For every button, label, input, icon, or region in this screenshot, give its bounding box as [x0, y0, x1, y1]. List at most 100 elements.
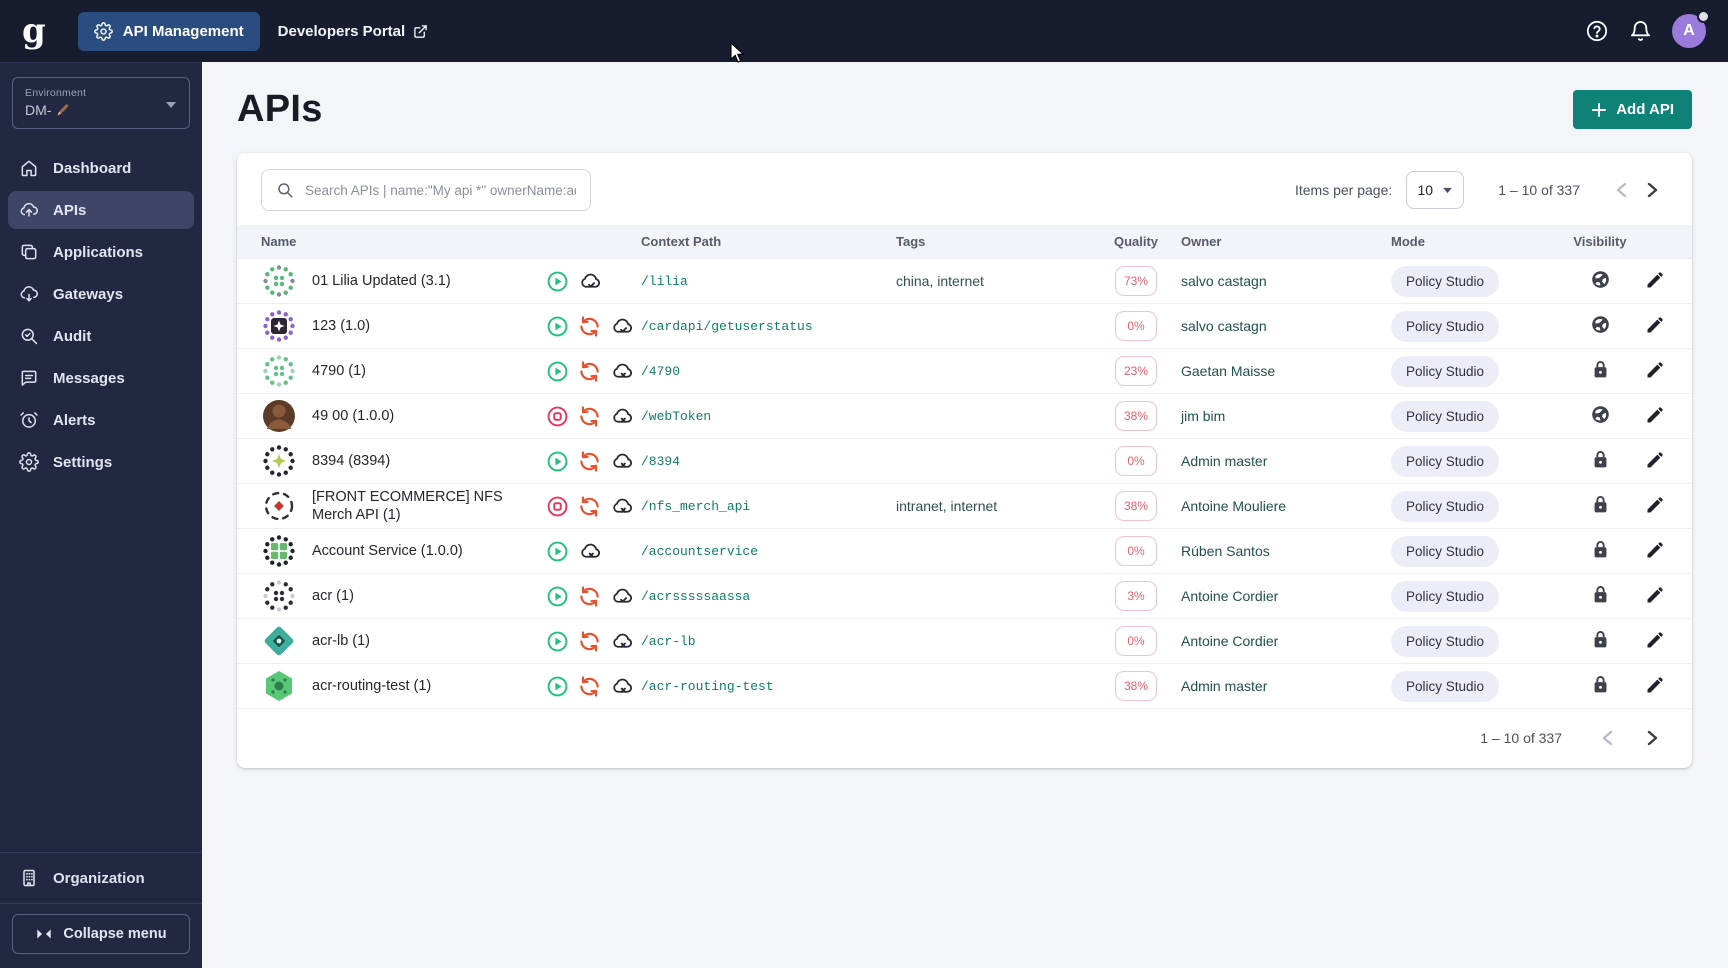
column-header-context-path[interactable]: Context Path	[641, 234, 896, 249]
visibility-cell	[1561, 539, 1639, 564]
api-table-row[interactable]: [FRONT ECOMMERCE] NFS Merch API (1) /nfs…	[237, 483, 1692, 528]
search-input[interactable]	[305, 182, 576, 198]
notifications-button[interactable]	[1629, 20, 1652, 43]
column-header-mode[interactable]: Mode	[1391, 234, 1561, 249]
sidebar-item-audit[interactable]: Audit	[8, 317, 194, 355]
api-owner: Admin master	[1181, 678, 1268, 695]
mode-cell: Policy Studio	[1391, 490, 1561, 522]
edit-api-button[interactable]	[1639, 671, 1671, 702]
help-button[interactable]	[1585, 19, 1609, 43]
sidebar-item-label: Messages	[53, 369, 125, 387]
api-table-row[interactable]: acr-lb (1) /acr-lb 0% Antoine Cordier Po…	[237, 618, 1692, 663]
api-name-cell: acr (1)	[261, 574, 546, 618]
api-name-cell: [FRONT ECOMMERCE] NFS Merch API (1)	[261, 484, 546, 528]
edit-api-button[interactable]	[1639, 536, 1671, 567]
api-table-row[interactable]: 123 (1.0) /cardapi/getuserstatus 0% salv…	[237, 303, 1692, 348]
api-table-row[interactable]: Account Service (1.0.0) /accountservice …	[237, 528, 1692, 573]
api-table-row[interactable]: acr (1) /acrsssssaassa 3% Antoine Cordie…	[237, 573, 1692, 618]
user-menu[interactable]: A	[1672, 10, 1710, 48]
previous-page-button[interactable]	[1592, 724, 1623, 752]
out-of-sync-icon	[580, 360, 599, 382]
api-table-row[interactable]: acr-routing-test (1) /acr-routing-test 3…	[237, 663, 1692, 708]
edit-api-button[interactable]	[1639, 266, 1671, 297]
mode-badge: Policy Studio	[1391, 490, 1500, 522]
sidebar-item-dashboard[interactable]: Dashboard	[8, 149, 194, 187]
started-icon	[547, 316, 568, 336]
add-api-button[interactable]: Add API	[1573, 90, 1692, 129]
edit-api-button[interactable]	[1639, 356, 1671, 387]
visibility-cell	[1561, 629, 1639, 654]
mode-badge: Policy Studio	[1391, 535, 1500, 567]
app-switcher-button[interactable]: API Management	[77, 11, 260, 51]
gravitee-logo[interactable]: g	[22, 14, 46, 48]
table-body: 01 Lilia Updated (3.1) /lilia china, int…	[237, 258, 1692, 708]
api-table-row[interactable]: 8394 (8394) /8394 0% Admin master Policy…	[237, 438, 1692, 483]
api-table-row[interactable]: 49 00 (1.0.0) /webToken 38% jim bim Poli…	[237, 393, 1692, 438]
quality-cell: 38%	[1091, 401, 1181, 431]
started-icon	[547, 676, 568, 697]
chevron-left-icon	[1602, 731, 1613, 746]
quality-cell: 0%	[1091, 446, 1181, 476]
started-icon	[547, 361, 568, 381]
edit-api-button[interactable]	[1639, 311, 1671, 342]
api-name: 01 Lilia Updated (3.1)	[312, 272, 451, 289]
sidebar-item-applications[interactable]: Applications	[8, 233, 194, 271]
sidebar-item-alerts[interactable]: Alerts	[8, 401, 194, 439]
edit-api-button[interactable]	[1639, 581, 1671, 612]
api-picture	[263, 445, 295, 477]
items-per-page-label: Items per page:	[1294, 182, 1393, 198]
table-header: Name Context Path Tags Quality Owner Mode Visi…	[237, 225, 1692, 258]
mode-badge: Policy Studio	[1391, 670, 1500, 702]
context-path: /acr-lb	[641, 633, 696, 649]
not-deployed-icon	[613, 678, 633, 693]
previous-page-button[interactable]	[1606, 176, 1637, 204]
sidebar-item-apis[interactable]: APIs	[8, 191, 194, 229]
column-header-quality[interactable]: Quality	[1091, 234, 1181, 249]
api-name-cell: acr-lb (1)	[261, 619, 546, 663]
items-per-page-select[interactable]: 10	[1406, 171, 1465, 209]
visibility-cell	[1561, 674, 1639, 699]
sidebar-item-label: Applications	[53, 243, 144, 261]
column-header-name[interactable]: Name	[261, 234, 546, 249]
mode-cell: Policy Studio	[1391, 535, 1561, 567]
environment-select[interactable]: Environment DM-	[12, 77, 190, 129]
sidebar-item-gateways[interactable]: Gateways	[8, 275, 194, 313]
started-icon	[547, 631, 568, 652]
quality-cell: 0%	[1091, 536, 1181, 567]
external-link-icon	[413, 24, 428, 39]
next-page-button[interactable]	[1637, 176, 1668, 204]
chevron-down-icon	[166, 102, 176, 108]
sidebar-item-organization[interactable]: Organization	[0, 853, 202, 903]
column-header-visibility[interactable]: Visibility	[1561, 234, 1639, 249]
edit-api-button[interactable]	[1639, 626, 1671, 657]
context-path: /nfs_merch_api	[641, 498, 751, 514]
edit-icon	[1647, 406, 1663, 422]
public-visibility-icon	[1591, 270, 1609, 288]
edit-cell	[1639, 671, 1671, 702]
next-page-button[interactable]	[1637, 724, 1668, 752]
not-deployed-icon	[613, 408, 633, 423]
page-title: APIs	[237, 88, 323, 130]
private-visibility-icon	[1594, 675, 1606, 693]
context-path: /webToken	[641, 408, 712, 424]
collapse-menu-button[interactable]: Collapse menu	[12, 914, 190, 954]
search-box[interactable]	[261, 169, 591, 211]
column-header-tags[interactable]: Tags	[896, 234, 1091, 249]
context-path: /4790	[641, 363, 681, 379]
api-picture	[263, 400, 295, 432]
apis-table-card: Items per page: 10 1 – 10 of 337 Name Con…	[237, 153, 1692, 769]
chevron-right-icon	[1647, 731, 1658, 746]
visibility-cell	[1561, 359, 1639, 384]
api-table-row[interactable]: 01 Lilia Updated (3.1) /lilia china, int…	[237, 258, 1692, 303]
developers-portal-link[interactable]: Developers Portal	[278, 23, 429, 40]
api-table-row[interactable]: 4790 (1) /4790 23% Gaetan Maisse Policy …	[237, 348, 1692, 393]
edit-api-button[interactable]	[1639, 491, 1671, 522]
edit-api-button[interactable]	[1639, 401, 1671, 432]
not-deployed-icon	[613, 453, 633, 468]
deployed-icon	[581, 273, 601, 288]
sidebar-bottom: Organization Collapse menu	[0, 852, 202, 968]
column-header-owner[interactable]: Owner	[1181, 234, 1391, 249]
sidebar-item-settings[interactable]: Settings	[8, 443, 194, 481]
sidebar-item-messages[interactable]: Messages	[8, 359, 194, 397]
edit-api-button[interactable]	[1639, 446, 1671, 477]
